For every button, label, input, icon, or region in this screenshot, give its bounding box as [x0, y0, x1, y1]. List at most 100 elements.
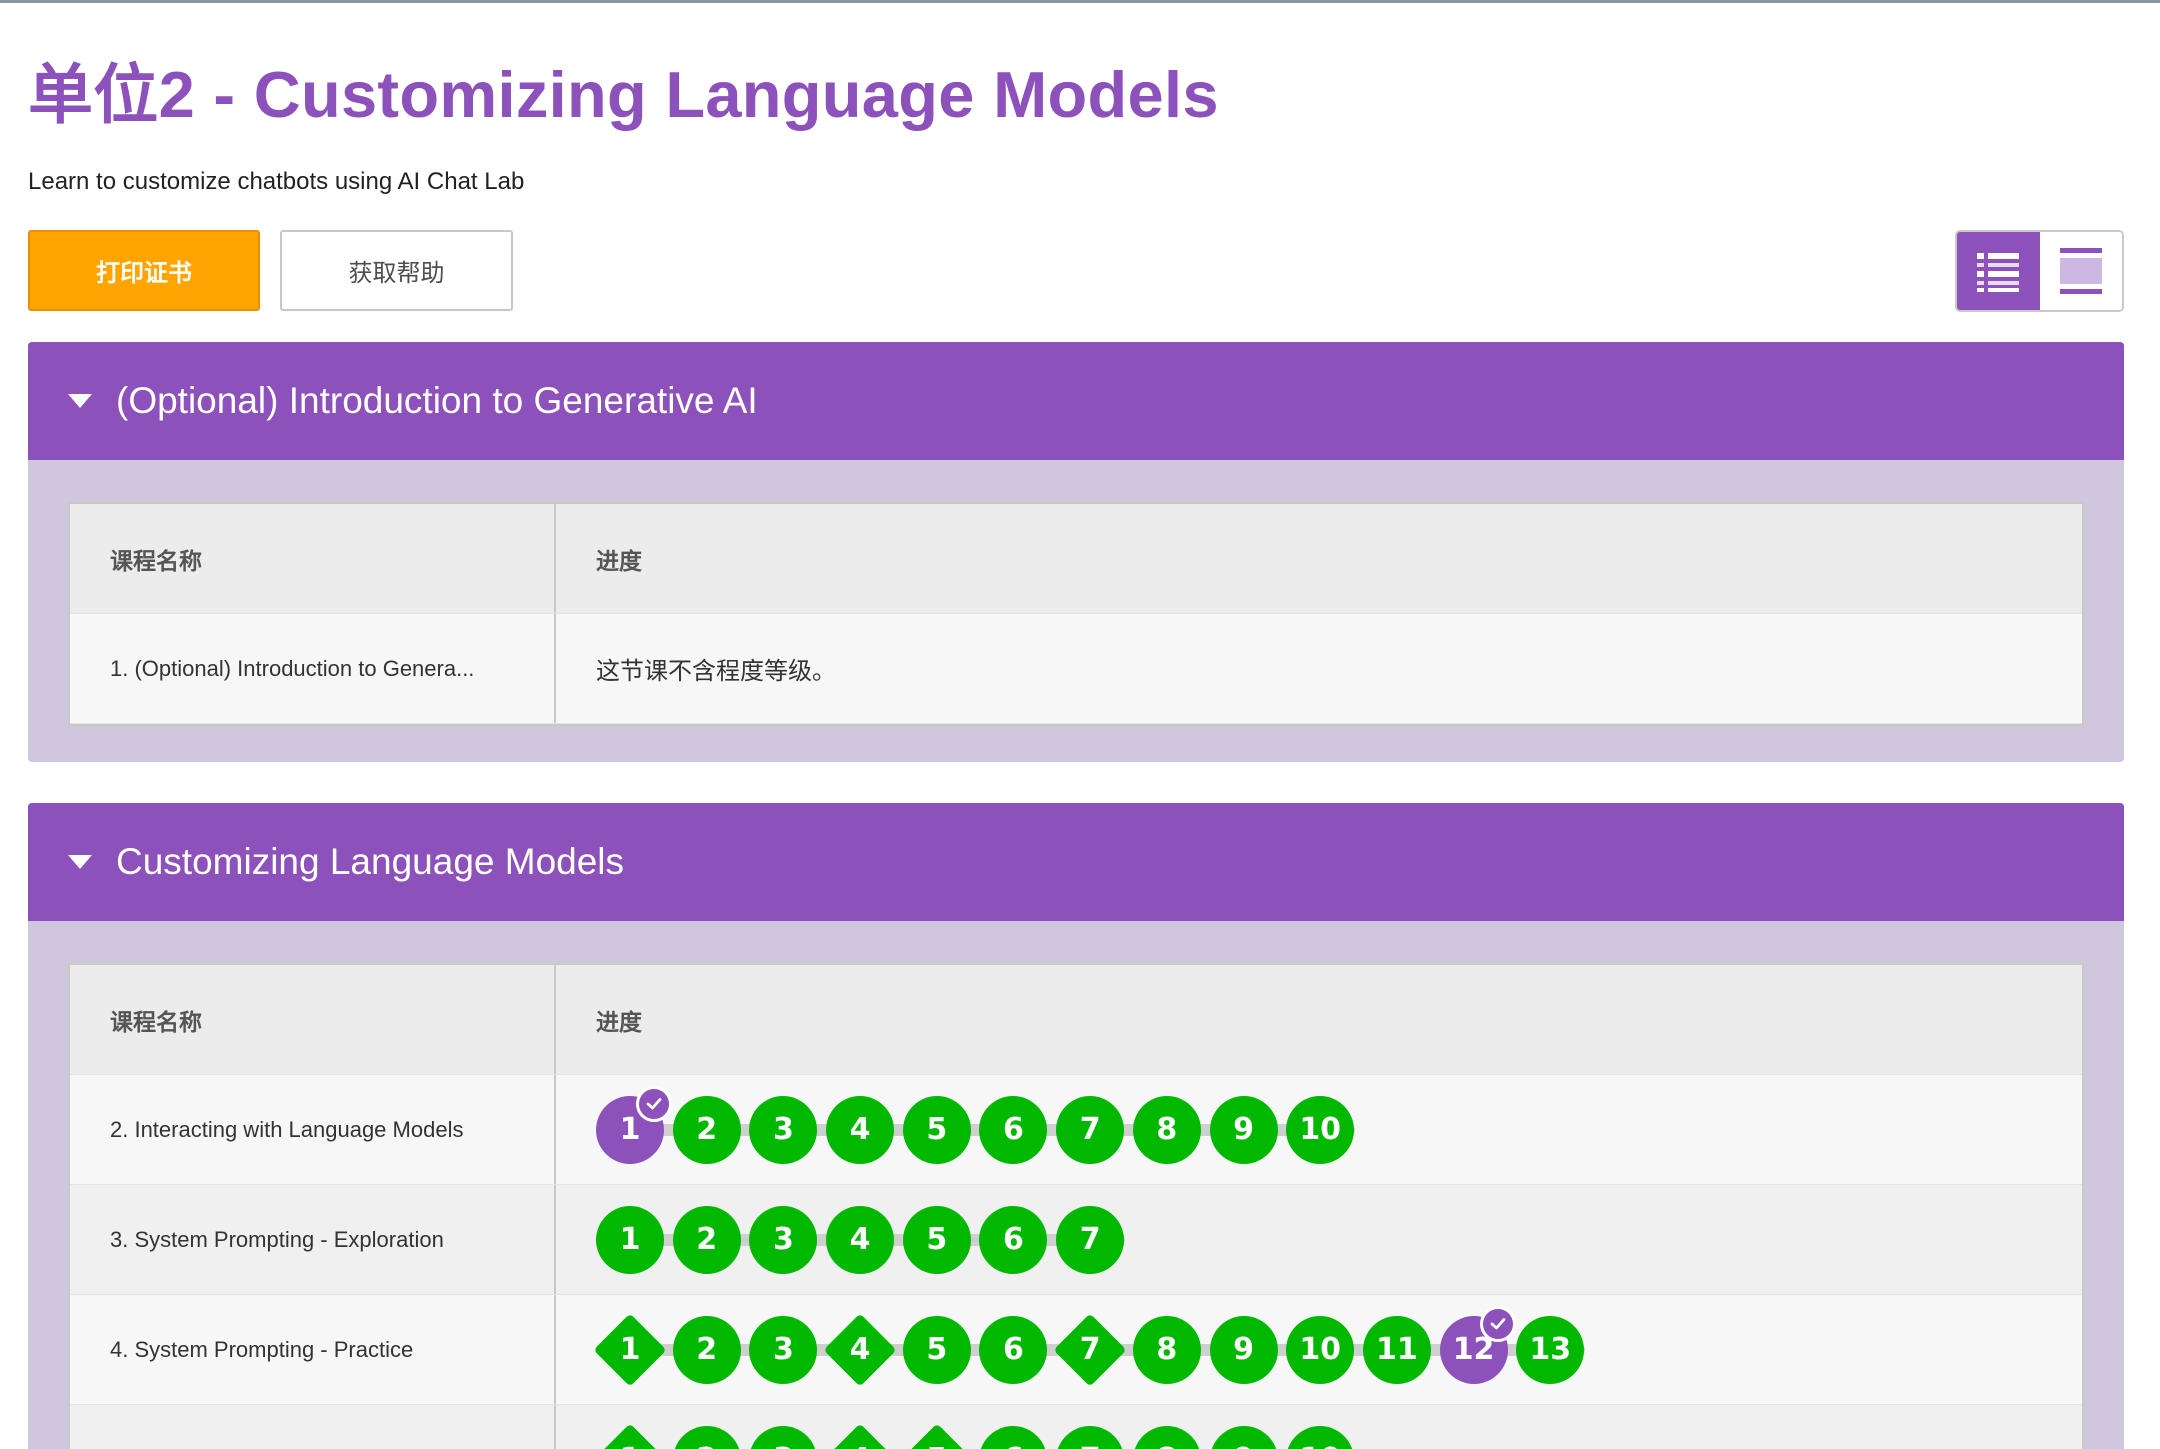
level-number: 3 [772, 1112, 794, 1147]
level-number: 5 [926, 1112, 948, 1147]
level-number: 1 [620, 1442, 641, 1449]
level-number: 5 [926, 1442, 947, 1449]
table-row: 3. System Prompting - Exploration 1 2 3 4 5 6… [70, 1185, 2082, 1295]
table-row: 1. (Optional) Introduction to Genera... … [70, 614, 2082, 724]
lesson-name-link[interactable]: 2. Interacting with Language Models [70, 1075, 556, 1184]
level-number: 2 [696, 1222, 718, 1257]
column-header-lesson-name: 课程名称 [70, 965, 556, 1074]
section-header[interactable]: Customizing Language Models [28, 803, 2124, 921]
summary-icon [2059, 248, 2102, 294]
list-icon [1977, 253, 2020, 292]
table-header-row: 课程名称 进度 [70, 965, 2082, 1075]
level-number: 2 [696, 1332, 718, 1367]
lesson-name-link[interactable]: 3. System Prompting - Exploration [70, 1185, 556, 1294]
level-bubble[interactable]: 6 [979, 1205, 1048, 1274]
level-bubble[interactable]: 4 [823, 1312, 897, 1387]
level-number: 7 [1079, 1222, 1101, 1257]
level-number: 9 [1233, 1442, 1254, 1449]
caret-down-icon [68, 394, 92, 408]
progress-track: 1 2 3 4 5 6 7 8 9 10 [593, 1420, 1363, 1449]
level-number: 6 [1003, 1442, 1024, 1449]
level-number: 4 [849, 1332, 871, 1367]
table-header-row: 课程名称 进度 [70, 504, 2082, 614]
table-row: 4. System Prompting - Practice 123456789… [70, 1295, 2082, 1405]
level-bubble[interactable]: 8 [1132, 1315, 1201, 1384]
level-number: 1 [619, 1112, 641, 1147]
level-bubble[interactable]: 1 [593, 1422, 667, 1449]
checkmark-icon [1479, 1305, 1516, 1342]
level-bubble[interactable]: 11 [1362, 1315, 1431, 1384]
level-number: 11 [1376, 1332, 1418, 1367]
detail-view-button[interactable] [1957, 232, 2040, 310]
level-bubble[interactable]: 7 [1056, 1425, 1125, 1449]
summary-view-button[interactable] [2039, 232, 2122, 310]
level-number: 7 [1079, 1112, 1101, 1147]
print-certificate-button[interactable]: 打印证书 [28, 230, 260, 311]
level-bubble[interactable]: 5 [900, 1422, 974, 1449]
level-bubble[interactable]: 2 [672, 1315, 741, 1384]
level-bubble[interactable]: 2 [672, 1425, 741, 1449]
level-bubble[interactable]: 7 [1056, 1205, 1125, 1274]
level-bubble[interactable]: 3 [749, 1315, 818, 1384]
lesson-table: 课程名称 进度 2. Interacting with Language Mod… [68, 963, 2084, 1449]
level-bubble[interactable]: 5 [902, 1315, 971, 1384]
progress-track: 1 2 3 4 5 6 7 [596, 1200, 1133, 1280]
column-header-progress: 进度 [596, 1008, 642, 1035]
level-bubble[interactable]: 1 [596, 1085, 672, 1164]
level-number: 1 [619, 1222, 641, 1257]
table-row: 2. Interacting with Language Models 1 2 3 4… [70, 1075, 2082, 1185]
level-number: 8 [1156, 1112, 1178, 1147]
lesson-name-link[interactable] [70, 1405, 556, 1449]
top-border [0, 0, 2160, 3]
section-title: Customizing Language Models [116, 841, 625, 882]
level-number: 10 [1299, 1112, 1342, 1147]
progress-track: 1 2 3 4 5 6 7 8 9 10 11 12 13 [593, 1305, 1593, 1390]
level-number: 1 [619, 1332, 641, 1367]
lesson-name-link[interactable]: 4. System Prompting - Practice [70, 1295, 556, 1404]
level-bubble[interactable]: 5 [902, 1095, 971, 1164]
level-bubble[interactable]: 6 [979, 1315, 1048, 1384]
level-bubble[interactable]: 9 [1209, 1095, 1278, 1164]
level-number: 6 [1003, 1222, 1024, 1257]
level-number: 6 [1003, 1332, 1024, 1367]
get-help-button[interactable]: 获取帮助 [280, 230, 513, 311]
level-bubble[interactable]: 10 [1286, 1315, 1355, 1384]
view-toggle [1955, 230, 2124, 312]
level-bubble[interactable]: 6 [979, 1095, 1048, 1164]
level-bubble[interactable]: 4 [823, 1422, 897, 1449]
level-bubble[interactable]: 3 [749, 1205, 818, 1274]
level-bubble[interactable]: 10 [1286, 1095, 1355, 1164]
level-bubble[interactable]: 7 [1056, 1095, 1125, 1164]
table-row: 1 2 3 4 5 6 7 8 9 10 [70, 1405, 2082, 1449]
level-bubble[interactable]: 6 [979, 1425, 1048, 1449]
level-bubble[interactable]: 1 [593, 1312, 667, 1387]
level-number: 9 [1233, 1332, 1254, 1367]
level-bubble[interactable]: 5 [902, 1205, 971, 1274]
level-bubble[interactable]: 2 [672, 1205, 741, 1274]
level-bubble[interactable]: 7 [1053, 1312, 1127, 1387]
level-bubble[interactable]: 2 [672, 1095, 741, 1164]
column-header-lesson-name: 课程名称 [70, 504, 556, 613]
level-number: 3 [772, 1222, 794, 1257]
level-bubble[interactable]: 4 [826, 1095, 895, 1164]
section-title: (Optional) Introduction to Generative AI [116, 380, 758, 421]
level-bubble[interactable]: 4 [826, 1205, 895, 1274]
level-bubble[interactable]: 8 [1132, 1425, 1201, 1449]
level-bubble[interactable]: 10 [1286, 1425, 1355, 1449]
section-header[interactable]: (Optional) Introduction to Generative AI [28, 342, 2124, 460]
level-bubble[interactable]: 3 [749, 1095, 818, 1164]
lesson-name-link[interactable]: 1. (Optional) Introduction to Genera... [70, 614, 556, 723]
level-bubble[interactable]: 12 [1439, 1305, 1516, 1384]
level-number: 9 [1233, 1112, 1254, 1147]
level-bubble[interactable]: 13 [1516, 1315, 1585, 1384]
level-bubble[interactable]: 3 [749, 1425, 818, 1449]
level-bubble[interactable]: 9 [1209, 1315, 1278, 1384]
level-bubble[interactable]: 9 [1209, 1425, 1278, 1449]
level-number: 6 [1003, 1112, 1024, 1147]
progress-track: 1 2 3 4 5 6 7 8 9 10 [596, 1085, 1363, 1170]
level-bubble[interactable]: 1 [596, 1205, 664, 1274]
checkmark-icon [636, 1085, 672, 1122]
level-bubble[interactable]: 8 [1132, 1095, 1201, 1164]
no-levels-note: 这节课不含程度等级。 [596, 658, 836, 685]
level-number: 4 [850, 1442, 871, 1449]
